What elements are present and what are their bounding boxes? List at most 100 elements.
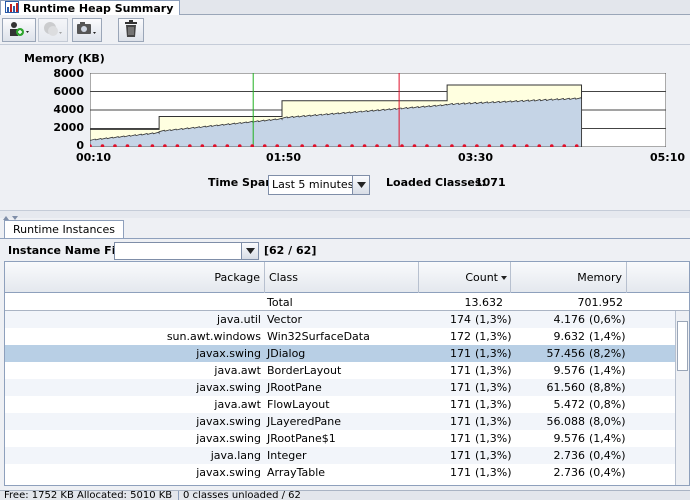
add-snapshot-button[interactable] xyxy=(2,18,36,42)
cell-memory-pct: (0,8%) xyxy=(589,398,626,411)
status-bar: Free: 1752 KB Allocated: 5010 KB 0 class… xyxy=(0,490,690,500)
cell-memory-pct: (0,6%) xyxy=(589,313,626,326)
column-header-class[interactable]: Class xyxy=(265,262,419,293)
cell-package: javax.swing xyxy=(196,466,261,479)
x-tick-label: 03:30 xyxy=(458,151,494,164)
cell-class: JRootPane$1 xyxy=(267,432,336,445)
chevron-down-icon xyxy=(356,176,366,194)
cell-class: JLayeredPane xyxy=(267,415,342,428)
cell-package: java.util xyxy=(217,313,261,326)
cell-class: ArrayTable xyxy=(267,466,326,479)
cell-memory: 9.576 xyxy=(553,364,586,377)
top-tab-strip: Runtime Heap Summary xyxy=(0,0,690,16)
table-header: Package Class Count Memory xyxy=(5,262,689,293)
cell-class: Vector xyxy=(267,313,303,326)
compare-button[interactable] xyxy=(38,18,68,42)
tab-runtime-instances[interactable]: Runtime Instances xyxy=(4,220,124,238)
table-row[interactable]: javax.swing JRootPane$1 171 (1,3%) 9.576 (1,4… xyxy=(5,430,689,447)
cell-memory: 5.472 xyxy=(553,398,586,411)
x-tick-label: 00:10 xyxy=(76,151,112,164)
cell-count: 171 xyxy=(450,466,471,479)
cell-count: 174 xyxy=(450,313,471,326)
x-tick-label: 01:50 xyxy=(266,151,302,164)
cell-count: 172 xyxy=(450,330,471,343)
scroll-thumb[interactable] xyxy=(677,321,688,371)
sort-desc-icon xyxy=(501,262,507,293)
instance-filter-input[interactable] xyxy=(114,242,259,260)
cell-count-pct: (1,3%) xyxy=(475,415,512,428)
cell-memory: 57.456 xyxy=(546,347,586,360)
y-tick-label: 4000 xyxy=(53,103,84,116)
table-row[interactable]: java.awt BorderLayout 171 (1,3%) 9.576 (1,4%) xyxy=(5,362,689,379)
cell-class: JRootPane xyxy=(267,381,322,394)
trash-icon xyxy=(122,19,140,42)
cell-memory: 9.576 xyxy=(553,432,586,445)
cell-count: 171 xyxy=(450,364,471,377)
cell-memory: 4.176 xyxy=(553,313,586,326)
table-total-row: Total 13.632 701.952 xyxy=(5,294,689,311)
timespan-select[interactable]: Last 5 minutes xyxy=(268,175,370,195)
table-row[interactable]: sun.awt.windows Win32SurfaceData 172 (1,3%)… xyxy=(5,328,689,345)
filter-dropdown-button[interactable] xyxy=(241,243,258,259)
timespan-dropdown-button[interactable] xyxy=(352,176,369,194)
vertical-scrollbar[interactable] xyxy=(675,311,689,485)
cell-memory: 61.560 xyxy=(546,381,586,394)
cell-count-pct: (1,3%) xyxy=(475,466,512,479)
add-snapshot-icon xyxy=(6,19,32,42)
toolbar xyxy=(0,15,690,45)
column-header-package[interactable]: Package xyxy=(5,262,265,293)
column-header-count-label: Count xyxy=(465,271,498,284)
cell-count-pct: (1,3%) xyxy=(475,398,512,411)
table-row[interactable]: java.awt FlowLayout 171 (1,3%) 5.472 (0,8%) xyxy=(5,396,689,413)
panel-splitter[interactable] xyxy=(0,210,690,220)
status-memory: Free: 1752 KB Allocated: 5010 KB xyxy=(4,490,173,500)
cell-package: javax.swing xyxy=(196,347,261,360)
cell-count-pct: (1,3%) xyxy=(475,313,512,326)
cell-count: 171 xyxy=(450,449,471,462)
status-classes: 0 classes unloaded / 62 xyxy=(178,491,301,500)
cell-memory-pct: (1,4%) xyxy=(589,432,626,445)
cell-package: java.awt xyxy=(214,398,261,411)
loaded-classes-value: 1071 xyxy=(475,176,506,189)
table-row[interactable]: javax.swing JDialog 171 (1,3%) 57.456 (8,2%) xyxy=(5,345,689,362)
cell-class: JDialog xyxy=(267,347,306,360)
cell-count-pct: (1,3%) xyxy=(475,432,512,445)
tools-indicator xyxy=(72,39,102,42)
cell-package: javax.swing xyxy=(196,415,261,428)
cell-package: sun.awt.windows xyxy=(166,330,261,343)
cell-count: 171 xyxy=(450,347,471,360)
cell-package: java.lang xyxy=(210,449,261,462)
tab-runtime-heap-summary-label: Runtime Heap Summary xyxy=(23,1,174,15)
cell-count: 171 xyxy=(450,432,471,445)
cell-memory-pct: (8,8%) xyxy=(589,381,626,394)
table-row[interactable]: javax.swing ArrayTable 171 (1,3%) 2.736 (0,4%… xyxy=(5,464,689,481)
cell-class: BorderLayout xyxy=(267,364,342,377)
cell-memory-pct: (8,0%) xyxy=(589,415,626,428)
compare-icon xyxy=(41,19,65,42)
total-label: Total xyxy=(267,296,293,309)
cell-memory-pct: (0,4%) xyxy=(589,449,626,462)
tab-runtime-heap-summary[interactable]: Runtime Heap Summary xyxy=(0,0,181,16)
cell-count-pct: (1,3%) xyxy=(475,364,512,377)
total-count: 13.632 xyxy=(464,296,504,309)
table-row[interactable]: javax.swing JLayeredPane 171 (1,3%) 56.088 (8… xyxy=(5,413,689,430)
cell-package: javax.swing xyxy=(196,381,261,394)
column-header-memory[interactable]: Memory xyxy=(511,262,627,293)
table-row[interactable]: javax.swing JRootPane 171 (1,3%) 61.560 (8,8%… xyxy=(5,379,689,396)
cell-count: 171 xyxy=(450,381,471,394)
loaded-classes-label: Loaded Classes: xyxy=(386,176,486,189)
cell-memory-pct: (1,4%) xyxy=(589,364,626,377)
cell-count-pct: (1,3%) xyxy=(475,330,512,343)
table-row[interactable]: java.lang Integer 171 (1,3%) 2.736 (0,4%) xyxy=(5,447,689,464)
cell-class: FlowLayout xyxy=(267,398,330,411)
cell-count: 171 xyxy=(450,415,471,428)
column-header-count[interactable]: Count xyxy=(419,262,511,293)
cell-package: javax.swing xyxy=(196,432,261,445)
cell-class: Integer xyxy=(267,449,307,462)
trash-button[interactable] xyxy=(118,18,144,42)
total-memory: 701.952 xyxy=(577,296,624,309)
y-tick-label: 8000 xyxy=(53,67,84,80)
table-row[interactable]: java.util Vector 174 (1,3%) 4.176 (0,6%) xyxy=(5,311,689,328)
cell-package: java.awt xyxy=(214,364,261,377)
cell-memory-pct: (0,4%) xyxy=(589,466,626,479)
